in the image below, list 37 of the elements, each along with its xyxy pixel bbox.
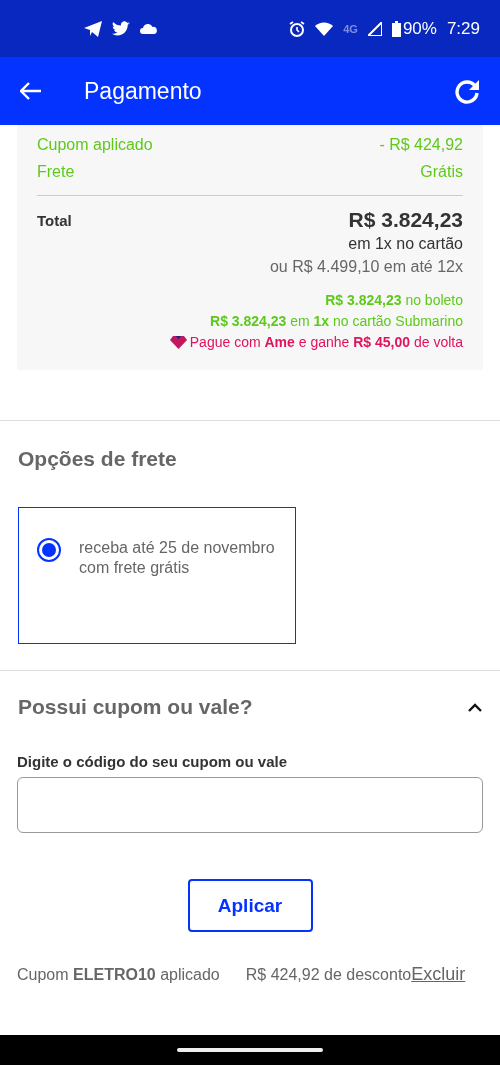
- coupon-input[interactable]: [17, 777, 483, 833]
- signal-icon: [367, 21, 382, 36]
- battery-level: 90%: [402, 18, 437, 39]
- summary-value: - R$ 424,92: [379, 135, 463, 155]
- wifi-icon: [315, 21, 334, 36]
- shipping-option[interactable]: receba até 25 de novembro com frete grátis: [18, 507, 296, 644]
- discount-text: R$ 424,92 de desconto: [245, 966, 412, 984]
- total-price: R$ 3.824,23: [348, 208, 463, 232]
- battery-icon: [391, 20, 401, 37]
- summary-value: Grátis: [420, 162, 463, 182]
- summary-label: Cupom aplicado: [37, 135, 153, 155]
- apply-button[interactable]: Aplicar: [187, 879, 313, 932]
- total-label: Total: [37, 212, 72, 231]
- option-label: receba até 25 de novembro com frete grátis: [79, 538, 276, 578]
- gem-icon: [169, 335, 187, 349]
- cloud-icon: [140, 23, 157, 34]
- page-title: Pagamento: [84, 77, 203, 105]
- field-label: Digite o código do seu cupom ou vale: [17, 753, 289, 770]
- remove-link[interactable]: Excluir: [411, 964, 466, 985]
- offer-text: R$ 3.824,23 no boleto: [325, 292, 463, 308]
- coupon-status: Cupom ELETRO10 aplicado: [17, 966, 220, 984]
- refresh-icon[interactable]: [454, 78, 480, 104]
- bird-icon: [112, 21, 130, 36]
- chevron-icon[interactable]: [468, 702, 482, 712]
- offer-text: R$ 3.824,23 em 1x no cartão Submarino: [210, 313, 463, 329]
- summary-label: Frete: [37, 162, 75, 182]
- section-title: Opções de frete: [18, 447, 177, 470]
- payment-note: em 1x no cartão: [348, 235, 463, 253]
- clock-time: 7:29: [446, 18, 480, 39]
- installments-text: ou R$ 4.499,10 em até 12x: [269, 258, 463, 276]
- alarm-icon: [289, 20, 306, 37]
- network-type: 4G: [343, 22, 358, 35]
- send-icon: [84, 20, 102, 37]
- section-title: Possui cupom ou vale?: [18, 695, 253, 719]
- back-arrow-icon[interactable]: [20, 82, 42, 100]
- cashback-text: Pague com Ame e ganhe R$ 45,00 de volta: [189, 334, 463, 350]
- radio-button[interactable]: [37, 538, 61, 562]
